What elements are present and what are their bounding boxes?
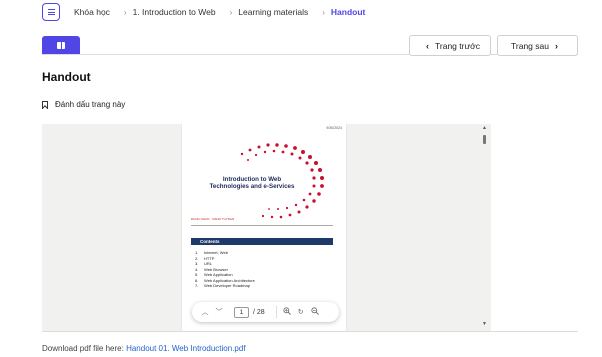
pdf-page: 9/30/2024 Introduction to Web Technologi… — [181, 124, 347, 331]
scroll-up-arrow[interactable]: ▲ — [482, 125, 487, 131]
pdf-divider — [191, 225, 333, 226]
chevron-right-icon: › — [229, 7, 233, 17]
chevron-left-icon: ‹ — [426, 40, 430, 51]
previous-page-label: Trang trước — [435, 40, 480, 51]
previous-page-button[interactable]: ‹ Trang trước — [409, 35, 491, 56]
content-divider — [42, 331, 578, 332]
zoom-in-icon[interactable] — [280, 307, 294, 317]
pdf-toolbar: ︿ ﹀ 1 / 28 ↻ — [192, 302, 339, 322]
breadcrumb-item-current: Handout — [330, 7, 366, 17]
chevron-up-icon[interactable]: ︿ — [198, 307, 212, 317]
page-title: Handout — [42, 70, 91, 84]
chevron-right-icon: › — [322, 7, 325, 17]
toc-item: 7. Web Developer Roadmap — [195, 283, 250, 288]
page-number-input[interactable]: 1 — [234, 306, 249, 318]
breadcrumb-item-course[interactable]: 1. Introduction to Web — [133, 7, 216, 17]
toolbar-divider — [275, 306, 277, 318]
breadcrumb-item-materials[interactable]: Learning materials — [238, 7, 308, 17]
download-prefix: Download pdf file here: — [42, 344, 127, 353]
scroll-down-arrow[interactable]: ▼ — [482, 321, 487, 327]
swirl-graphic — [240, 143, 324, 219]
tab-document[interactable] — [42, 36, 80, 55]
pdf-authors: DUNG NGOC · DANG TUYNAN — [191, 217, 235, 221]
menu-button[interactable] — [42, 3, 60, 21]
bookmark-icon — [42, 100, 48, 109]
pdf-title: Introduction to Web Technologies and e-S… — [209, 176, 295, 191]
next-page-label: Trang sau — [511, 40, 549, 51]
chevron-down-icon[interactable]: ﹀ — [212, 307, 226, 317]
pdf-contents-heading: Contents — [191, 238, 333, 245]
page-total: / 28 — [253, 308, 265, 316]
bookmark-button[interactable]: Đánh dấu trang này — [42, 100, 125, 109]
rotate-icon[interactable]: ↻ — [294, 308, 308, 316]
pdf-toc: 1. Internet, Web 2. HTTP 3. URL 4. Web Brows… — [195, 250, 255, 289]
next-page-button[interactable]: Trang sau › — [497, 35, 578, 56]
book-icon — [57, 42, 65, 49]
download-link[interactable]: Handout 01. Web Introduction.pdf — [126, 344, 246, 353]
scrollbar-thumb[interactable] — [483, 135, 486, 144]
breadcrumb-item-courses[interactable]: Khóa học — [74, 7, 110, 17]
breadcrumb: Khóa học › 1. Introduction to Web › Lear… — [74, 7, 365, 17]
bookmark-label: Đánh dấu trang này — [55, 100, 126, 109]
chevron-right-icon: › — [123, 7, 127, 17]
chevron-right-icon: › — [554, 40, 558, 51]
zoom-out-icon[interactable] — [308, 307, 322, 317]
download-line: Download pdf file here: Handout 01. Web … — [42, 344, 246, 353]
menu-icon — [47, 9, 55, 15]
pdf-viewer[interactable]: 9/30/2024 Introduction to Web Technologi… — [42, 124, 491, 331]
